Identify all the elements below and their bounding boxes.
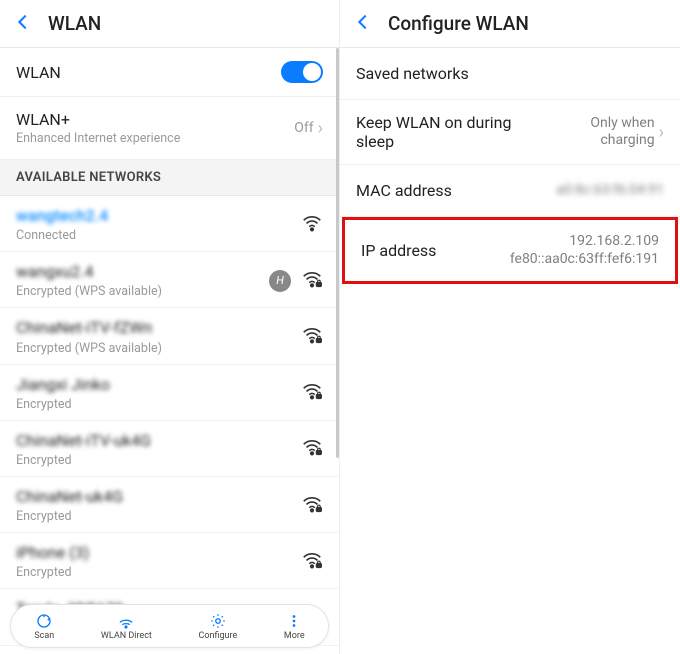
wlan-plus-value: Off (294, 120, 313, 136)
scan-button[interactable]: Scan (34, 612, 54, 641)
bottom-action-bar: Scan WLAN Direct Configure More (10, 604, 329, 648)
keep-wlan-row[interactable]: Keep WLAN on during sleep Only when char… (340, 100, 680, 165)
wlan-panel: WLAN WLAN WLAN+ Enhanced Internet experi… (0, 0, 340, 654)
ipv6-value: fe80::aa0c:63ff:fef6:191 (510, 251, 659, 269)
chevron-right-icon: › (318, 118, 323, 139)
network-row[interactable]: ChinaNet-uk4G Encrypted (0, 477, 339, 533)
chevron-right-icon: › (659, 122, 664, 143)
network-row[interactable]: wangxu2.4 Encrypted (WPS available) H (0, 252, 339, 308)
wlan-toggle-label: WLAN (16, 63, 281, 82)
wlan-plus-row[interactable]: WLAN+ Enhanced Internet experience Off › (0, 97, 339, 160)
scrollbar[interactable] (336, 48, 339, 458)
wlan-direct-label: WLAN Direct (101, 631, 152, 641)
configure-wlan-panel: Configure WLAN Saved networks Keep WLAN … (340, 0, 680, 654)
hilink-badge-icon: H (269, 270, 291, 292)
wifi-signal-icon (301, 549, 323, 575)
configure-title: Configure WLAN (388, 12, 529, 35)
network-status: Encrypted (16, 565, 301, 580)
mac-address-value: a0:8c:63:f6:04:91 (556, 182, 664, 200)
network-row[interactable]: ChinaNet-iTV-uk4G Encrypted (0, 421, 339, 477)
saved-networks-row[interactable]: Saved networks (340, 48, 680, 100)
wifi-signal-icon (301, 268, 323, 294)
ip-address-highlight: IP address 192.168.2.109 fe80::aa0c:63ff… (342, 217, 678, 284)
ip-address-value: 192.168.2.109 fe80::aa0c:63ff:fef6:191 (510, 233, 659, 268)
network-name: Jiangxi Jinko (16, 375, 301, 394)
wlan-plus-label: WLAN+ (16, 110, 294, 129)
network-row[interactable]: wangtech2.4 Connected (0, 196, 339, 252)
available-networks-header: AVAILABLE NETWORKS (0, 160, 339, 196)
network-name: iPhone (3) (16, 543, 301, 562)
ip-address-label: IP address (361, 241, 510, 260)
wlan-toggle-switch[interactable] (281, 61, 323, 83)
network-status: Encrypted (WPS available) (16, 284, 269, 299)
network-status: Encrypted (16, 509, 301, 524)
network-name: wangxu2.4 (16, 262, 269, 281)
scan-label: Scan (34, 631, 54, 641)
network-name: ChinaNet-iTV-fZWn (16, 318, 301, 337)
network-status: Encrypted (16, 397, 301, 412)
network-row[interactable]: ChinaNet-iTV-fZWn Encrypted (WPS availab… (0, 308, 339, 364)
wlan-toggle-row[interactable]: WLAN (0, 48, 339, 97)
saved-networks-label: Saved networks (356, 64, 664, 83)
configure-label: Configure (199, 631, 238, 641)
configure-header: Configure WLAN (340, 0, 680, 48)
wifi-signal-icon (301, 324, 323, 350)
more-label: More (284, 631, 305, 641)
keep-wlan-value: Only when charging (565, 115, 655, 150)
configure-button[interactable]: Configure (199, 612, 238, 641)
wifi-signal-icon (301, 380, 323, 406)
wifi-signal-icon (301, 212, 323, 238)
network-row[interactable]: iPhone (3) Encrypted (0, 533, 339, 589)
wlan-scroll-area[interactable]: WLAN WLAN+ Enhanced Internet experience … (0, 48, 339, 654)
network-row[interactable]: Jiangxi Jinko Encrypted (0, 365, 339, 421)
network-name: wangtech2.4 (16, 206, 301, 225)
network-name: ChinaNet-uk4G (16, 487, 301, 506)
back-icon[interactable] (12, 11, 34, 37)
wlan-direct-button[interactable]: WLAN Direct (101, 612, 152, 641)
wlan-header: WLAN (0, 0, 339, 48)
keep-wlan-label: Keep WLAN on during sleep (356, 113, 546, 151)
mac-address-label: MAC address (356, 181, 556, 200)
more-button[interactable]: More (284, 612, 305, 641)
wlan-plus-sub: Enhanced Internet experience (16, 131, 294, 146)
back-icon[interactable] (352, 11, 374, 37)
network-name: ChinaNet-iTV-uk4G (16, 431, 301, 450)
network-status: Encrypted (WPS available) (16, 341, 301, 356)
network-status: Encrypted (16, 453, 301, 468)
wifi-signal-icon (301, 493, 323, 519)
wifi-signal-icon (301, 436, 323, 462)
ipv4-value: 192.168.2.109 (510, 233, 659, 251)
wlan-title: WLAN (48, 12, 101, 35)
ip-address-row: IP address 192.168.2.109 fe80::aa0c:63ff… (345, 220, 675, 281)
mac-address-row: MAC address a0:8c:63:f6:04:91 (340, 165, 680, 217)
network-status: Connected (16, 228, 301, 243)
